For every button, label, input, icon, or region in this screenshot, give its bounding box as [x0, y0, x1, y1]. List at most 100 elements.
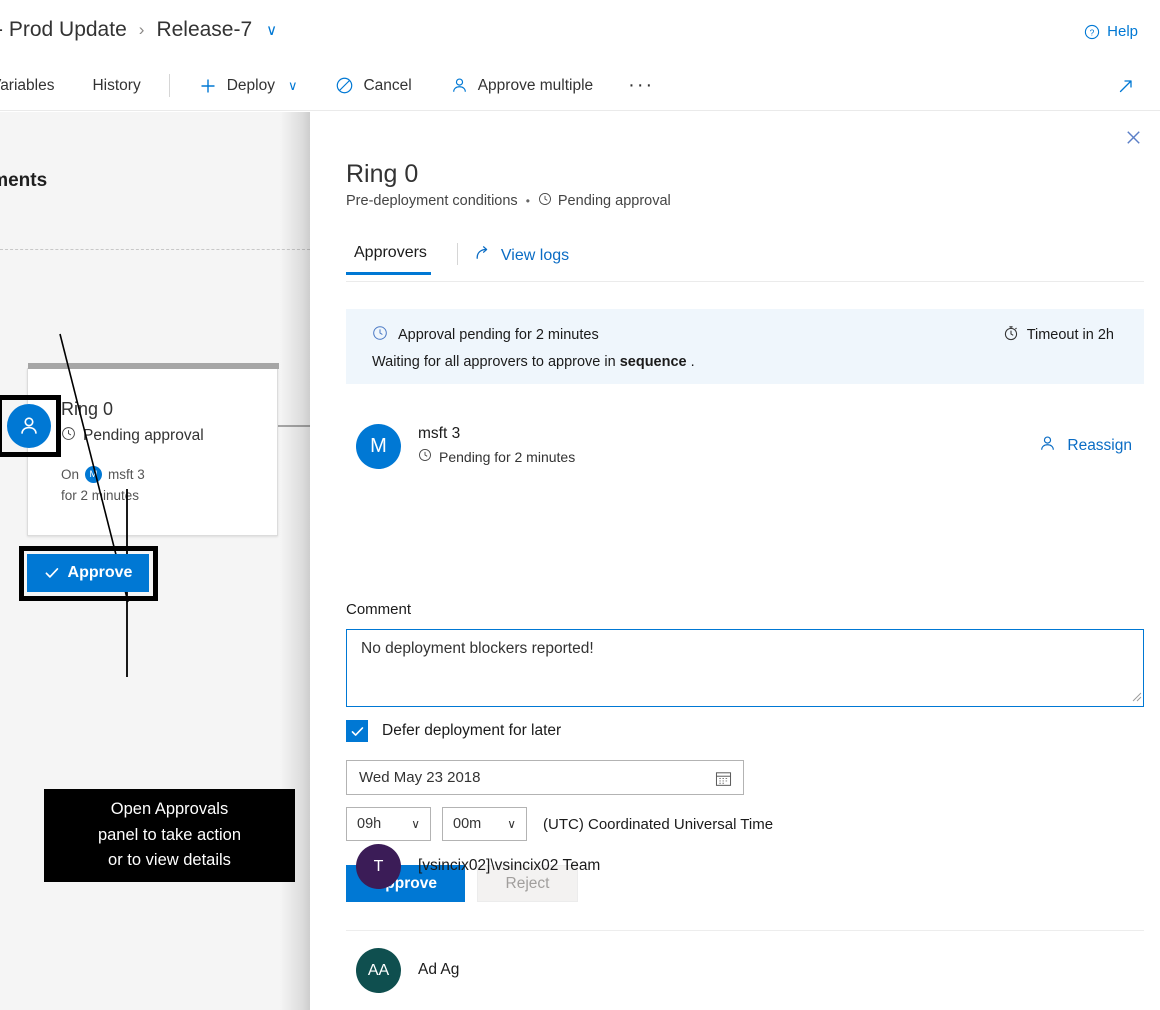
stage-connector-line — [278, 425, 310, 427]
banner-waiting-prefix: Waiting for all approvers to approve in — [372, 354, 620, 370]
chevron-down-icon[interactable]: ∨ — [288, 78, 298, 94]
clock-icon — [61, 426, 76, 446]
tab-approvers[interactable]: Approvers — [346, 240, 441, 274]
chevron-down-icon[interactable]: ∨ — [266, 21, 277, 39]
reassign-label: Reassign — [1067, 437, 1132, 455]
canvas-approve-label: Approve — [68, 564, 133, 582]
comment-label: Comment — [346, 601, 411, 618]
banner-waiting-suffix: . — [687, 354, 695, 370]
clock-icon — [418, 448, 432, 465]
defer-deployment-checkbox-row[interactable]: Defer deployment for later — [346, 720, 561, 742]
stage-card-ring-0[interactable]: Ring 0 Pending approval On M msft 3 for … — [27, 368, 278, 536]
defer-deployment-checkbox[interactable] — [346, 720, 368, 742]
banner-waiting-text: Waiting for all approvers to approve in … — [372, 354, 1122, 370]
banner-pending-text: Approval pending for 2 minutes — [398, 327, 599, 343]
help-button[interactable]: ? Help — [1084, 23, 1138, 40]
defer-date-input[interactable]: Wed May 23 2018 — [346, 760, 744, 795]
reassign-button[interactable]: Reassign — [1038, 434, 1132, 458]
approvals-panel: Ring 0 Pre-deployment conditions • Pendi… — [310, 112, 1160, 1010]
banner-timeout-text: Timeout in 2h — [1027, 327, 1114, 343]
stage-card-approver-name: msft 3 — [108, 467, 145, 482]
defer-deployment-label: Defer deployment for later — [382, 722, 561, 740]
avatar: AA — [356, 948, 401, 993]
toolbar-item-variables[interactable]: Variables — [0, 60, 73, 111]
avatar: M — [85, 466, 102, 483]
stage-card-duration: for 2 minutes — [61, 488, 269, 503]
clock-icon — [538, 192, 552, 210]
deploy-label: Deploy — [227, 77, 275, 95]
breadcrumb-bar: se - Prod Update › Release-7 ∨ ? Help — [0, 0, 1160, 60]
approver-status-label: Pending for 2 minutes — [439, 449, 575, 465]
callout-line-2: panel to take action — [98, 823, 241, 849]
canvas-approve-button[interactable]: Approve — [27, 554, 149, 592]
toolbar-item-history[interactable]: History — [73, 60, 159, 111]
approver-name: msft 3 — [418, 425, 460, 443]
clock-icon — [372, 325, 388, 345]
stage-card-on-label: On — [61, 467, 79, 482]
panel-tabs: Approvers View logs — [346, 240, 1144, 282]
toolbar-divider — [169, 74, 170, 97]
svg-text:?: ? — [1090, 27, 1095, 37]
defer-minute-value: 00m — [453, 816, 481, 832]
approve-multiple-label: Approve multiple — [478, 77, 593, 95]
person-icon — [450, 76, 469, 95]
cancel-button[interactable]: Cancel — [316, 60, 430, 111]
tab-divider — [457, 243, 458, 265]
approver-row-msft3: M msft 3 Pending for 2 minutes Reassign — [346, 424, 1144, 474]
canvas-dashed-divider — [0, 249, 310, 250]
timer-icon — [1003, 325, 1019, 345]
breadcrumb-current[interactable]: Release-7 — [156, 18, 252, 42]
panel-subtitle: Pre-deployment conditions • Pending appr… — [346, 192, 671, 210]
toolbar-overflow-button[interactable]: ··· — [612, 60, 670, 111]
deploy-button[interactable]: Deploy ∨ — [179, 60, 317, 111]
calendar-icon[interactable] — [714, 769, 733, 792]
defer-date-value: Wed May 23 2018 — [359, 769, 480, 786]
stage-card-status-label: Pending approval — [83, 427, 204, 445]
defer-time-row: 09h ∨ 00m ∨ (UTC) Coordinated Universal … — [346, 807, 773, 841]
tab-view-logs-label: View logs — [501, 247, 569, 265]
avatar: T — [356, 844, 401, 889]
check-icon — [44, 565, 60, 581]
stage-card-status: Pending approval — [61, 426, 269, 446]
defer-timezone-label: (UTC) Coordinated Universal Time — [543, 816, 773, 833]
defer-hour-value: 09h — [357, 816, 381, 832]
callout-line-3: or to view details — [108, 848, 231, 874]
list-item-team: T [vsincix02]\vsincix02 Team — [346, 844, 1144, 890]
approver-status: Pending for 2 minutes — [418, 448, 575, 465]
app-root: se - Prod Update › Release-7 ∨ ? Help Va… — [0, 0, 1160, 1010]
external-link-icon — [474, 244, 492, 267]
stage-card-assignee: On M msft 3 — [61, 466, 269, 483]
defer-hour-select[interactable]: 09h ∨ — [346, 807, 431, 841]
approve-multiple-button[interactable]: Approve multiple — [431, 60, 612, 111]
cancel-icon — [335, 76, 354, 95]
stage-card-title: Ring 0 — [61, 399, 269, 420]
toolbar: Variables History Deploy ∨ Cancel — [0, 60, 1160, 111]
breadcrumb-parent[interactable]: se - Prod Update — [0, 18, 127, 42]
panel-subtitle-primary: Pre-deployment conditions — [346, 193, 518, 209]
expand-panel-button[interactable] — [1114, 74, 1138, 98]
chevron-down-icon: ∨ — [411, 817, 420, 831]
panel-subtitle-separator: • — [526, 194, 530, 208]
instruction-callout: Open Approvals panel to take action or t… — [44, 789, 295, 882]
help-label: Help — [1107, 23, 1138, 40]
pre-deployment-approval-badge[interactable] — [7, 404, 51, 448]
avatar: M — [356, 424, 401, 469]
check-icon — [350, 724, 365, 739]
toolbar-variables-label: Variables — [0, 77, 54, 95]
breadcrumb: se - Prod Update › Release-7 ∨ — [0, 18, 277, 42]
list-item-label: Ad Ag — [418, 961, 459, 979]
banner-waiting-bold: sequence — [620, 354, 687, 370]
defer-minute-select[interactable]: 00m ∨ — [442, 807, 527, 841]
person-icon — [1038, 434, 1057, 458]
approval-pending-banner: Approval pending for 2 minutes Timeout i… — [346, 309, 1144, 384]
toolbar-history-label: History — [92, 77, 140, 95]
list-item-user: AA Ad Ag — [346, 948, 1144, 994]
list-divider — [346, 930, 1144, 931]
help-circle-icon: ? — [1084, 24, 1100, 40]
comment-input[interactable] — [346, 629, 1144, 707]
environments-heading: onments — [0, 170, 47, 192]
tab-view-logs[interactable]: View logs — [474, 240, 577, 279]
close-icon[interactable] — [1120, 124, 1146, 150]
chevron-down-icon: ∨ — [507, 817, 516, 831]
list-item-label: [vsincix02]\vsincix02 Team — [418, 857, 600, 875]
